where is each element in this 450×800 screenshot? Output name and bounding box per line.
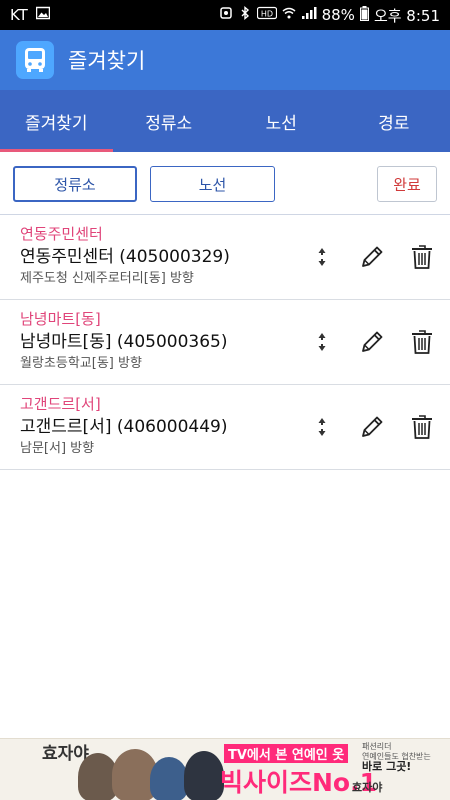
hd-voice-icon: HD [256, 6, 277, 24]
item-actions [306, 326, 438, 358]
tab-paths[interactable]: 경로 [338, 90, 450, 152]
alarm-icon [219, 6, 233, 24]
delete-trash-icon[interactable] [406, 326, 438, 358]
clock: 오후 8:51 [373, 6, 440, 25]
list-item[interactable]: 고갠드르[서] 고갠드르[서] (406000449) 남문[서] 방향 [0, 385, 450, 470]
ad-tagline: TV에서 본 연예인 옷 [224, 744, 349, 763]
app-title: 즐겨찾기 [68, 49, 146, 73]
edit-pencil-icon[interactable] [356, 241, 388, 273]
route-filter-button[interactable]: 노선 [150, 166, 275, 202]
status-right: HD 88% 오후 8:51 [219, 5, 440, 26]
reorder-icon[interactable] [306, 241, 338, 273]
filter-row: 정류소 노선 완료 [0, 152, 450, 215]
list-item[interactable]: 남녕마트[동] 남녕마트[동] (405000365) 월랑초등학교[동] 방향 [0, 300, 450, 385]
reorder-icon[interactable] [306, 411, 338, 443]
item-actions [306, 411, 438, 443]
status-left: KT [10, 6, 50, 24]
status-bar: KT HD 88% 오후 8:51 [0, 0, 450, 30]
tab-favorites[interactable]: 즐겨찾기 [0, 90, 113, 152]
battery-icon [359, 5, 369, 25]
ad-side-copy: 패션리더 연예인들도 협찬받는 바로 그곳! [362, 742, 444, 772]
stop-filter-button[interactable]: 정류소 [13, 166, 137, 202]
ad-brand: 효자야 [352, 781, 383, 794]
edit-pencil-icon[interactable] [356, 411, 388, 443]
ad-side-line3: 바로 그곳! [362, 760, 412, 773]
done-button[interactable]: 완료 [377, 166, 437, 202]
ad-logo: 효자야 [42, 744, 89, 764]
edit-pencil-icon[interactable] [356, 326, 388, 358]
svg-text:HD: HD [261, 10, 273, 19]
battery-percent: 88% [321, 6, 355, 24]
wifi-icon [282, 6, 296, 24]
delete-trash-icon[interactable] [406, 241, 438, 273]
delete-trash-icon[interactable] [406, 411, 438, 443]
app-bar: 즐겨찾기 [0, 30, 450, 90]
carrier-label: KT [10, 6, 28, 24]
ad-side-line1: 패션리더 [362, 742, 392, 751]
bus-icon [16, 41, 54, 79]
list-item[interactable]: 연동주민센터 연동주민센터 (405000329) 제주도청 신제주로터리[동]… [0, 215, 450, 300]
tab-stops[interactable]: 정류소 [113, 90, 226, 152]
app-root: KT HD 88% 오후 8:51 즐겨찾기 즐겨찾기 정류소 노선 경로 정류… [0, 0, 450, 800]
tab-bar: 즐겨찾기 정류소 노선 경로 [0, 90, 450, 152]
tab-routes[interactable]: 노선 [225, 90, 338, 152]
bluetooth-icon [238, 6, 252, 24]
favorites-list: 연동주민센터 연동주민센터 (405000329) 제주도청 신제주로터리[동]… [0, 215, 450, 470]
ad-banner[interactable]: 효자야 TV에서 본 연예인 옷 빅사이즈No.1 패션리더 연예인들도 협찬받… [0, 738, 450, 800]
item-actions [306, 241, 438, 273]
image-notification-icon [35, 6, 50, 24]
signal-icon [301, 6, 317, 24]
reorder-icon[interactable] [306, 326, 338, 358]
